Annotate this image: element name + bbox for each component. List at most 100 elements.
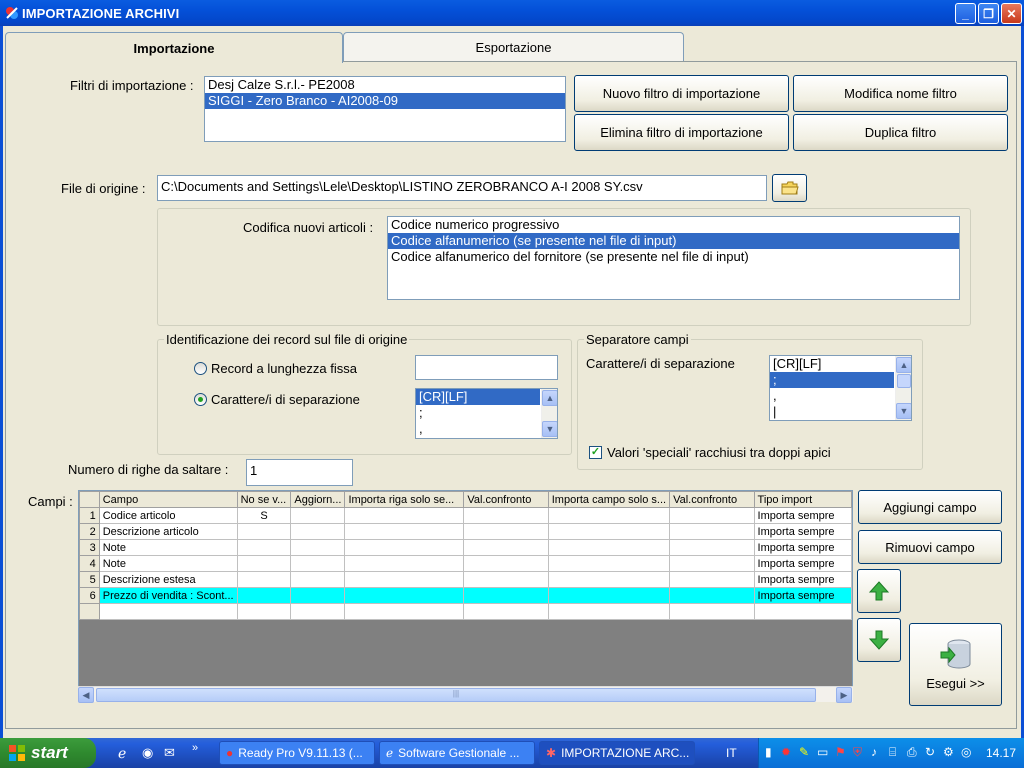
field-separator-item-selected[interactable]: ;: [770, 372, 894, 388]
table-cell[interactable]: [547, 571, 671, 588]
record-separator-scrollbar[interactable]: ▲ ▼: [541, 389, 557, 438]
table-cell[interactable]: [547, 603, 671, 620]
scroll-down-icon[interactable]: ▼: [542, 421, 557, 437]
table-cell[interactable]: [669, 507, 755, 524]
field-separator-item[interactable]: |: [770, 404, 894, 420]
table-cell[interactable]: Descrizione articolo: [98, 523, 238, 540]
table-cell[interactable]: [290, 587, 346, 604]
field-separator-scrollbar[interactable]: ▲ ▼: [895, 356, 911, 420]
start-button[interactable]: start: [0, 738, 96, 768]
fixed-length-input[interactable]: [415, 355, 558, 380]
table-row[interactable]: 2 Descrizione articolo Importa sempre: [79, 523, 853, 540]
phone-icon[interactable]: ▮: [765, 745, 772, 759]
table-cell[interactable]: [547, 507, 671, 524]
record-separator-item-selected[interactable]: [CR][LF]: [416, 389, 540, 405]
network-icon[interactable]: ⌸: [889, 745, 896, 760]
gear-icon[interactable]: ⚙: [943, 745, 954, 759]
table-cell[interactable]: [344, 523, 465, 540]
filter-item-selected[interactable]: SIGGI - Zero Branco - AI2008-09: [205, 93, 565, 109]
source-file-input[interactable]: C:\Documents and Settings\Lele\Desktop\L…: [157, 175, 767, 201]
table-cell[interactable]: [463, 523, 549, 540]
maximize-button[interactable]: ❐: [978, 3, 999, 24]
move-down-button[interactable]: [857, 618, 901, 662]
table-row[interactable]: 5 Descrizione estesa Importa sempre: [79, 571, 853, 588]
table-cell[interactable]: [98, 603, 238, 620]
minimize-button[interactable]: _: [955, 3, 976, 24]
table-row-new[interactable]: [79, 603, 853, 620]
tab-importazione[interactable]: Importazione: [5, 32, 343, 63]
table-row[interactable]: 4 Note Importa sempre: [79, 555, 853, 572]
table-cell[interactable]: [669, 603, 755, 620]
table-cell[interactable]: Importa sempre: [753, 507, 853, 524]
table-cell[interactable]: [547, 523, 671, 540]
column-header[interactable]: No se v...: [236, 491, 292, 508]
table-cell[interactable]: [344, 555, 465, 572]
bug-icon[interactable]: ✹: [781, 745, 791, 759]
move-up-button[interactable]: [857, 569, 901, 613]
task-importazione-archivi[interactable]: ✱ IMPORTAZIONE ARC...: [539, 741, 695, 765]
table-cell[interactable]: [236, 539, 292, 556]
disc-icon[interactable]: ◎: [961, 745, 971, 759]
codifica-list[interactable]: Codice numerico progressivo Codice alfan…: [387, 216, 960, 300]
table-cell[interactable]: [290, 555, 346, 572]
table-cell[interactable]: [463, 587, 549, 604]
record-separator-list[interactable]: [CR][LF] ; , ▲ ▼: [415, 388, 558, 439]
table-cell[interactable]: [669, 587, 755, 604]
column-header[interactable]: Importa campo solo s...: [547, 491, 671, 508]
table-cell[interactable]: [236, 571, 292, 588]
ie-quicklaunch-icon[interactable]: ℯ: [118, 745, 126, 762]
table-cell[interactable]: Note: [98, 539, 238, 556]
delete-filter-button[interactable]: Elimina filtro di importazione: [574, 114, 789, 151]
close-button[interactable]: ✕: [1001, 3, 1022, 24]
scroll-thumb[interactable]: |||: [96, 688, 816, 702]
task-ready-pro[interactable]: ● Ready Pro V9.11.13 (...: [219, 741, 375, 765]
clock[interactable]: 14.17: [986, 746, 1016, 760]
table-cell[interactable]: Codice articolo: [98, 507, 238, 524]
table-cell[interactable]: [463, 507, 549, 524]
table-cell[interactable]: [236, 587, 292, 604]
tab-esportazione[interactable]: Esportazione: [343, 32, 684, 62]
table-cell[interactable]: [344, 603, 465, 620]
table-row-highlighted[interactable]: 6 Prezzo di vendita : Scont... Importa s…: [79, 587, 853, 604]
table-cell[interactable]: [236, 555, 292, 572]
table-cell[interactable]: [669, 539, 755, 556]
codifica-item[interactable]: Codice alfanumerico del fornitore (se pr…: [388, 249, 959, 265]
filter-item[interactable]: Desj Calze S.r.l.- PE2008: [205, 77, 565, 93]
execute-button[interactable]: Esegui >>: [909, 623, 1002, 706]
table-cell[interactable]: [290, 507, 346, 524]
scroll-left-icon[interactable]: ◀: [78, 687, 94, 703]
task-software-gestionale[interactable]: ℯ Software Gestionale ...: [379, 741, 535, 765]
table-cell[interactable]: [290, 603, 346, 620]
record-separator-item[interactable]: ;: [416, 405, 540, 421]
language-indicator[interactable]: IT: [726, 746, 737, 760]
table-cell[interactable]: Importa sempre: [753, 571, 853, 588]
table-cell[interactable]: Importa sempre: [753, 539, 853, 556]
table-cell[interactable]: [344, 539, 465, 556]
codifica-item-selected[interactable]: Codice alfanumerico (se presente nel fil…: [388, 233, 959, 249]
scroll-up-icon[interactable]: ▲: [542, 390, 557, 406]
table-cell[interactable]: [236, 603, 292, 620]
scroll-thumb[interactable]: [897, 374, 911, 388]
skip-rows-input[interactable]: 1: [246, 459, 353, 486]
table-cell[interactable]: [547, 539, 671, 556]
rename-filter-button[interactable]: Modifica nome filtro: [793, 75, 1008, 112]
shield-icon[interactable]: ⛨: [853, 745, 862, 760]
outlook-quicklaunch-icon[interactable]: ✉: [164, 745, 175, 761]
table-cell[interactable]: [290, 539, 346, 556]
add-field-button[interactable]: Aggiungi campo: [858, 490, 1002, 524]
codifica-item[interactable]: Codice numerico progressivo: [388, 217, 959, 233]
remove-field-button[interactable]: Rimuovi campo: [858, 530, 1002, 564]
chevron-right-icon[interactable]: »: [192, 742, 198, 754]
table-cell[interactable]: Importa sempre: [753, 555, 853, 572]
table-cell[interactable]: [236, 523, 292, 540]
table-cell[interactable]: [547, 587, 671, 604]
table-cell[interactable]: [290, 571, 346, 588]
table-cell[interactable]: [344, 507, 465, 524]
column-header[interactable]: Aggiorn...: [290, 491, 346, 508]
field-separator-item[interactable]: ,: [770, 388, 894, 404]
monitor-icon[interactable]: ▭: [817, 745, 828, 759]
table-cell[interactable]: [463, 603, 549, 620]
column-header[interactable]: Campo: [98, 491, 238, 508]
scroll-up-icon[interactable]: ▲: [896, 357, 911, 373]
pen-icon[interactable]: ✎: [799, 745, 809, 759]
